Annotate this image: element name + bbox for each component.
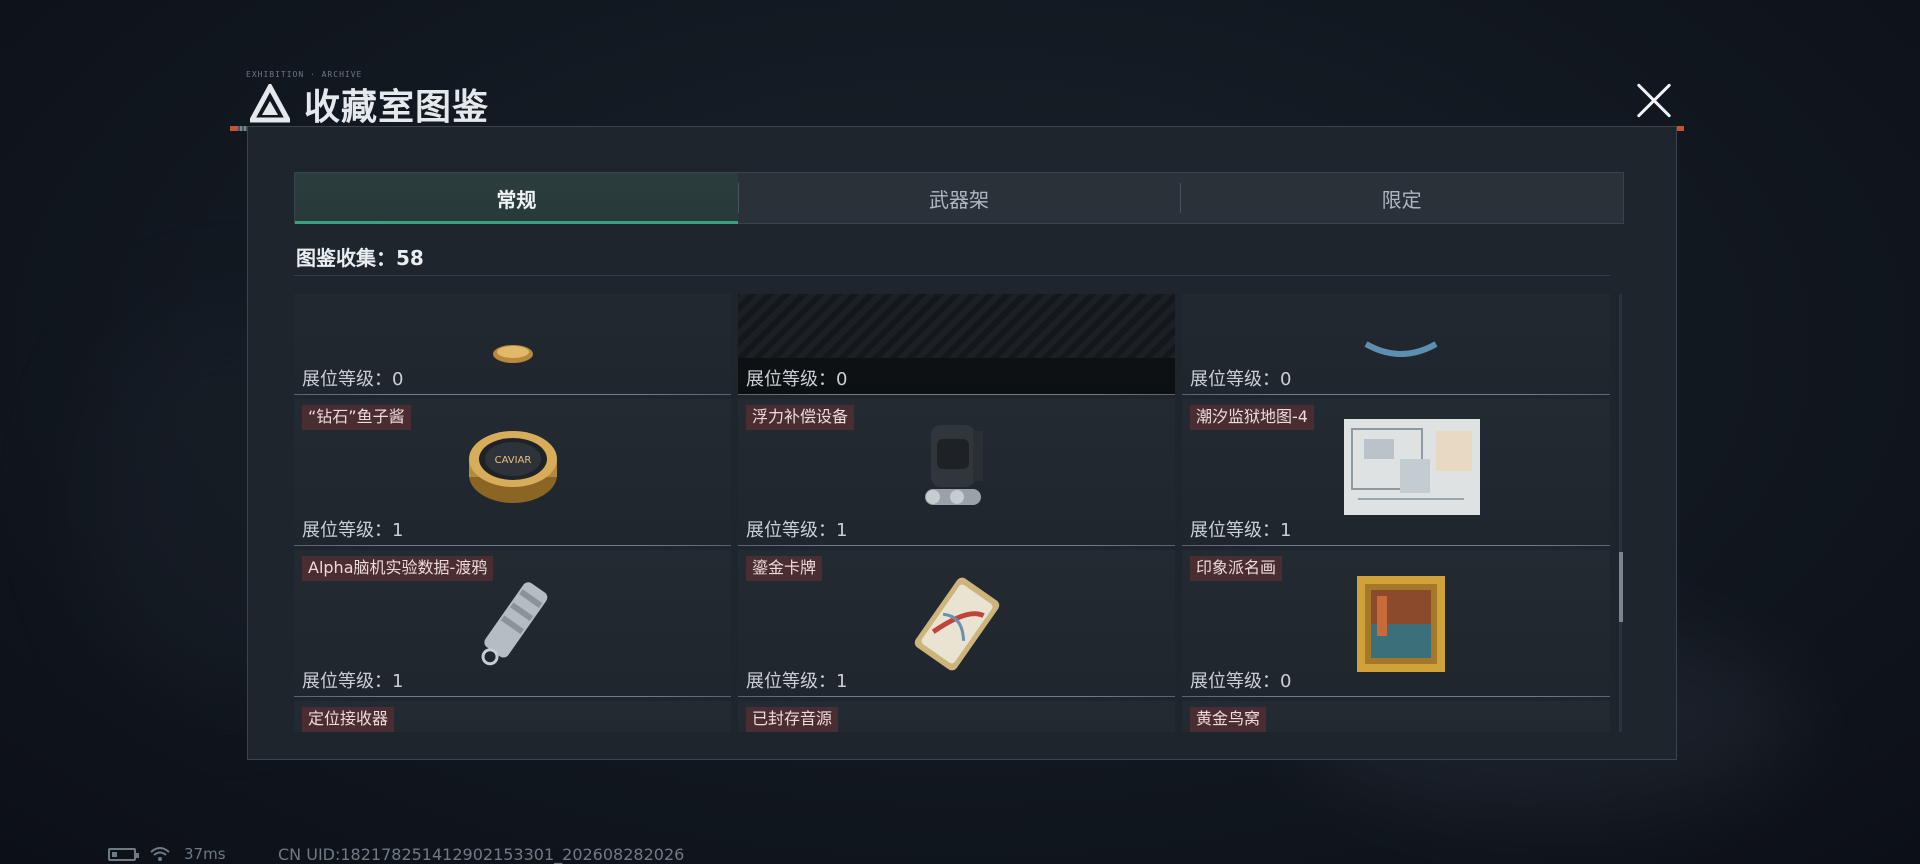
item-card[interactable]: 鎏金卡牌 展位等级：1 — [738, 550, 1175, 697]
item-level: 展位等级：1 — [302, 671, 404, 692]
delta-logo-icon — [250, 84, 290, 123]
item-card[interactable]: “钻石”鱼子酱 CAVIAR 展位等级：1 — [294, 399, 731, 546]
item-card[interactable]: 展位等级：0 — [738, 294, 1175, 395]
tab-regular[interactable]: 常规 — [295, 173, 738, 224]
item-card[interactable]: 潮汐监狱地图-4 展位等级：1 — [1182, 399, 1610, 546]
item-level: 展位等级：1 — [302, 520, 404, 541]
status-bar: 37ms — [108, 845, 226, 863]
item-card[interactable]: 浮力补偿设备 展位等级：1 — [738, 399, 1175, 546]
item-name: 定位接收器 — [302, 707, 395, 732]
user-uid: CN UID:18217825141290215330​1_2026082820… — [278, 845, 685, 864]
dark-case-icon — [738, 294, 1175, 358]
item-card[interactable]: 定位接收器 — [294, 701, 731, 732]
modal-header: 收藏室图鉴 — [250, 78, 489, 130]
item-level: 展位等级：0 — [1190, 369, 1292, 390]
blue-ribbon-icon — [1364, 341, 1437, 357]
collection-count: 图鉴收集：58 — [296, 242, 424, 271]
prison-map-icon — [1344, 419, 1480, 515]
gilded-card-icon — [914, 577, 999, 671]
scrollbar-thumb[interactable] — [1619, 552, 1623, 622]
data-cylinder-icon — [481, 582, 547, 666]
item-level: 展位等级：0 — [302, 369, 404, 390]
page-title: 收藏室图鉴 — [304, 87, 490, 128]
item-grid: 展位等级：0 展位等级：0 展位等级：0 “钻石”鱼子酱 CAVIAR 展位等级… — [294, 294, 1610, 732]
divider — [294, 275, 1610, 276]
item-card[interactable]: 展位等级：0 — [1182, 294, 1610, 395]
item-level: 展位等级：1 — [1190, 520, 1292, 541]
item-card[interactable]: 已封存音源 — [738, 701, 1175, 732]
item-name: 鎏金卡牌 — [746, 556, 823, 581]
item-level: 展位等级：1 — [746, 520, 848, 541]
item-level: 展位等级：0 — [746, 369, 848, 390]
item-card[interactable]: Alpha脑机实验数据-渡鸦 展位等级：1 — [294, 550, 731, 697]
tab-limited[interactable]: 限定 — [1180, 173, 1623, 223]
tab-weapon-rack[interactable]: 武器架 — [737, 173, 1181, 223]
item-level: 展位等级：0 — [1190, 671, 1292, 692]
caviar-tin-icon: CAVIAR — [468, 431, 557, 503]
collection-count-label: 图鉴收集： — [296, 246, 396, 270]
item-name: 已封存音源 — [746, 707, 839, 732]
item-card[interactable]: 黄金鸟窝 — [1182, 701, 1610, 732]
framed-painting-icon — [1356, 576, 1445, 672]
item-name: 浮力补偿设备 — [746, 405, 855, 430]
item-name: 黄金鸟窝 — [1190, 707, 1267, 732]
item-name: Alpha脑机实验数据-渡鸦 — [302, 556, 494, 581]
locator-receiver-icon — [491, 731, 500, 732]
collection-count-value: 58 — [396, 246, 424, 270]
battery-icon — [108, 847, 139, 861]
gold-coin-icon — [492, 345, 533, 363]
wifi-icon — [150, 847, 170, 861]
item-card[interactable]: 印象派名画 展位等级：0 — [1182, 550, 1610, 697]
item-name: 印象派名画 — [1190, 556, 1283, 581]
item-name: 潮汐监狱地图-4 — [1190, 405, 1314, 430]
item-card[interactable]: 展位等级：0 — [294, 294, 731, 395]
category-tabs: 常规 武器架 限定 — [294, 172, 1624, 224]
ping-value: 37ms — [184, 845, 226, 863]
item-level: 展位等级：1 — [746, 671, 848, 692]
close-button[interactable] — [1633, 80, 1675, 122]
item-name: “钻石”鱼子酱 — [302, 405, 411, 430]
buoyancy-device-icon — [924, 425, 983, 505]
scrollbar-track[interactable] — [1619, 294, 1622, 732]
svg-text:CAVIAR: CAVIAR — [494, 455, 531, 466]
